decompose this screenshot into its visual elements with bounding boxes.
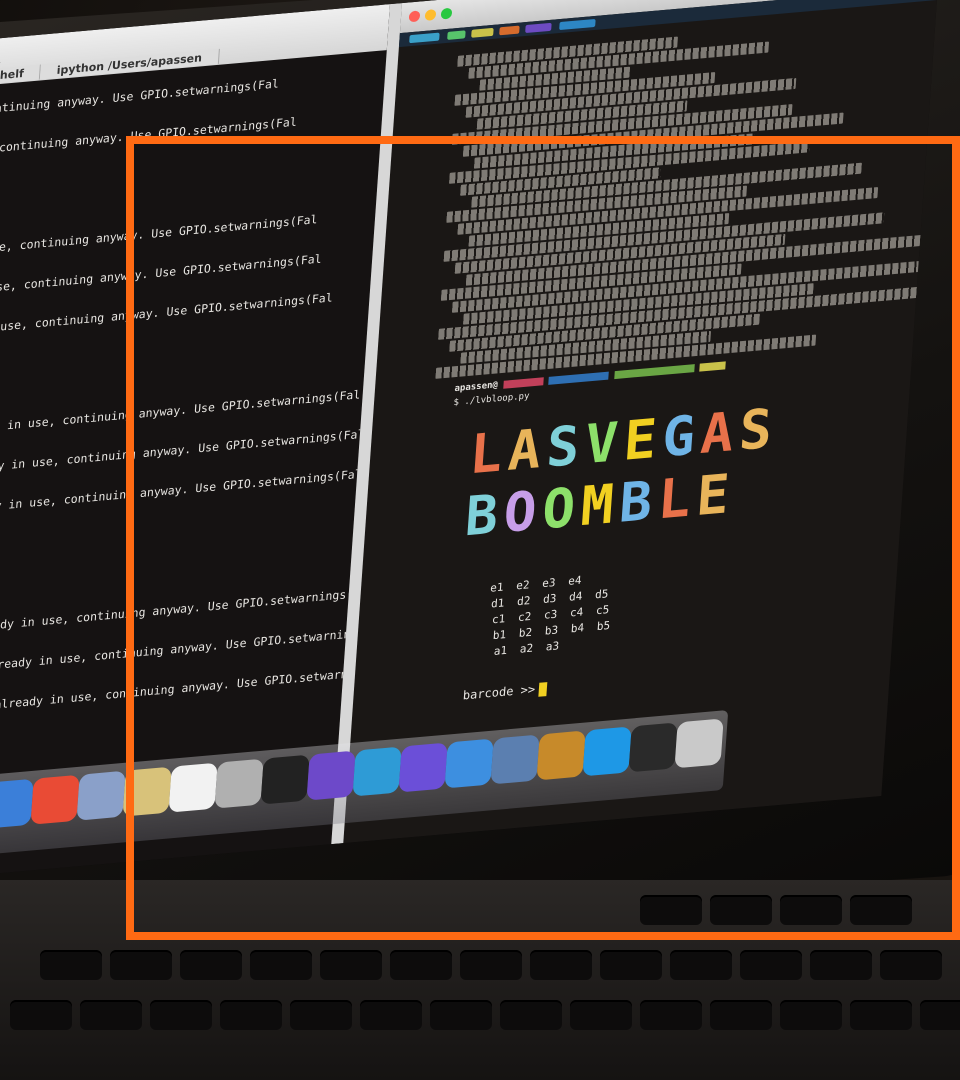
tab-shelf[interactable]: shelf xyxy=(0,64,42,85)
left-terminal-tabs: shelf ipython /Users/apassen xyxy=(0,48,220,85)
close-window-icon[interactable] xyxy=(408,10,421,23)
chrome-icon[interactable] xyxy=(30,774,80,825)
preview-icon[interactable] xyxy=(76,770,126,821)
finder-icon[interactable] xyxy=(0,778,34,829)
tab-ipython[interactable]: ipython /Users/apassen xyxy=(40,48,220,80)
minimize-window-icon[interactable] xyxy=(424,9,437,21)
zoom-window-icon[interactable] xyxy=(440,7,453,20)
highlight-frame xyxy=(126,136,960,940)
